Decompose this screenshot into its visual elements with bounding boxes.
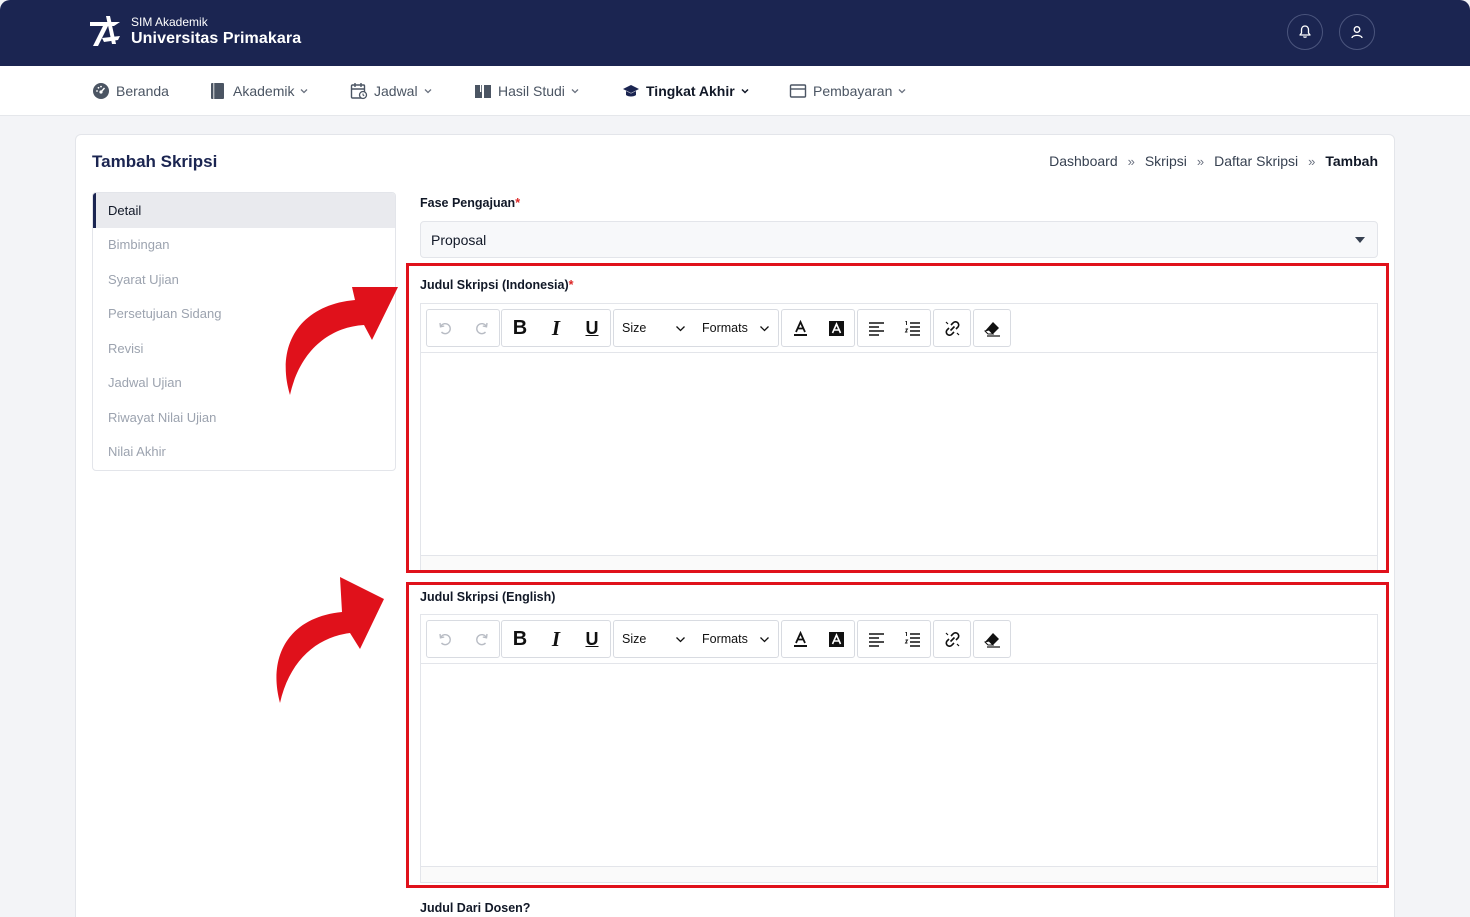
highlight-box-indonesia: [406, 263, 1389, 573]
fase-label-text: Fase Pengajuan: [420, 196, 516, 210]
nav-label: Pembayaran: [813, 83, 893, 99]
chevron-down-icon: [571, 89, 579, 94]
bell-icon: [1299, 25, 1311, 38]
breadcrumb-separator: »: [1196, 153, 1205, 169]
wallet-icon: [789, 84, 807, 98]
highlight-box-english: [406, 582, 1389, 888]
required-mark: *: [515, 196, 521, 210]
breadcrumb-skripsi[interactable]: Skripsi: [1145, 153, 1187, 169]
book-icon: [211, 83, 224, 99]
nav-label: Tingkat Akhir: [646, 83, 735, 99]
side-item-nilai-akhir[interactable]: Nilai Akhir: [93, 435, 395, 470]
nav-label: Hasil Studi: [498, 83, 565, 99]
breadcrumb-current: Tambah: [1325, 153, 1378, 169]
chevron-down-icon: [898, 89, 906, 94]
fase-label: Fase Pengajuan*: [420, 196, 520, 210]
chevron-down-icon: [741, 88, 749, 94]
notification-button[interactable]: [1287, 14, 1323, 50]
fase-select[interactable]: Proposal: [420, 221, 1378, 258]
primakara-logo-icon: [90, 16, 120, 46]
nav-akademik[interactable]: Akademik: [209, 66, 309, 116]
chevron-down-icon: [301, 89, 308, 94]
dashboard-icon: [93, 83, 109, 99]
calendar-icon: [350, 83, 368, 100]
open-book-icon: [475, 85, 491, 98]
graduation-cap-icon: [623, 85, 639, 97]
breadcrumb: Dashboard » Skripsi » Daftar Skripsi » T…: [1049, 153, 1378, 169]
nav-hasil-studi[interactable]: Hasil Studi: [474, 66, 580, 116]
breadcrumb-separator: »: [1308, 153, 1316, 169]
red-arrow-icon: [285, 287, 398, 395]
nav-label: Akademik: [233, 83, 295, 99]
side-item-riwayat-nilai-ujian[interactable]: Riwayat Nilai Ujian: [93, 400, 395, 435]
breadcrumb-daftar-skripsi[interactable]: Daftar Skripsi: [1214, 153, 1298, 169]
nav-pembayaran[interactable]: Pembayaran: [789, 66, 907, 116]
brand[interactable]: SIM Akademik Universitas Primakara: [86, 12, 301, 52]
nav-label: Beranda: [116, 83, 169, 99]
side-item-bimbingan[interactable]: Bimbingan: [93, 228, 395, 263]
nav-label: Jadwal: [374, 83, 418, 99]
side-item-detail[interactable]: Detail: [93, 193, 395, 228]
red-arrow-icon: [276, 577, 384, 703]
judul-dosen-label: Judul Dari Dosen?: [420, 901, 531, 915]
brand-title: Universitas Primakara: [131, 30, 302, 47]
fase-select-value: Proposal: [431, 231, 487, 248]
nav-tingkat-akhir[interactable]: Tingkat Akhir: [622, 66, 750, 116]
nav-jadwal[interactable]: Jadwal: [350, 66, 433, 116]
breadcrumb-separator: »: [1127, 153, 1135, 169]
chevron-down-icon: [424, 89, 432, 94]
breadcrumb-dashboard[interactable]: Dashboard: [1049, 153, 1118, 169]
nav-beranda[interactable]: Beranda: [92, 66, 169, 116]
caret-down-icon: [1355, 237, 1365, 243]
brand-subtitle: SIM Akademik: [131, 15, 208, 29]
main-nav: Beranda Akademik Jadwal Hasil Studi Ting…: [0, 66, 1470, 116]
profile-button[interactable]: [1339, 14, 1375, 50]
top-header: SIM Akademik Universitas Primakara: [0, 0, 1470, 66]
user-icon: [1351, 26, 1363, 39]
page-title: Tambah Skripsi: [92, 152, 218, 171]
